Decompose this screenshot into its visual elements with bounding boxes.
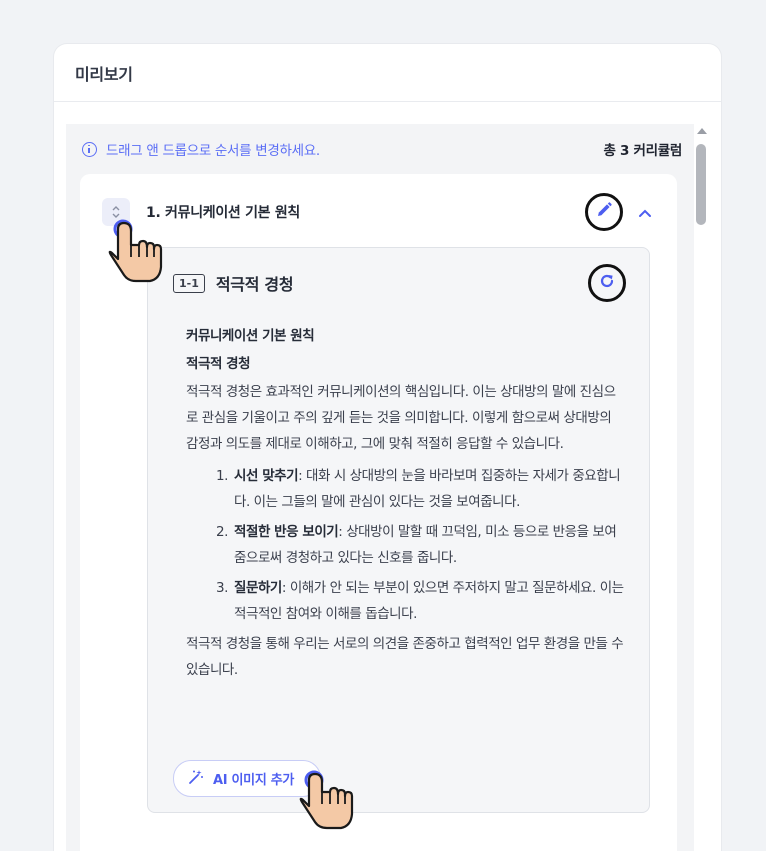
points-list: 1. 시선 맞추기: 대화 시 상대방의 눈을 바라보며 집중하는 자세가 중요합… <box>186 463 626 627</box>
lesson-number-badge: 1-1 <box>173 273 205 293</box>
drag-drop-notice: 드래그 앤 드롭으로 순서를 변경하세요. <box>106 143 320 159</box>
hand-pointer-icon <box>297 766 359 834</box>
card-title: 1. 커뮤니케이션 기본 원칙 <box>146 205 300 221</box>
refresh-icon <box>598 272 616 294</box>
lesson-title: 적극적 경청 <box>215 275 294 294</box>
lesson-header: 1-1 적극적 경청 <box>173 264 626 302</box>
info-icon <box>82 141 97 157</box>
content-subheading: 적극적 경청 <box>186 356 251 372</box>
curriculum-count: 총 3 커리큘럼 <box>603 143 682 159</box>
collapse-button[interactable] <box>635 202 655 222</box>
regenerate-button[interactable] <box>588 264 626 302</box>
intro-paragraph: 적극적 경청은 효과적인 커뮤니케이션의 핵심입니다. 이는 상대방의 말에 진… <box>186 384 616 452</box>
list-item: 3. 질문하기: 이해가 안 되는 부분이 있으면 주저하지 말고 질문하세요. … <box>216 580 624 622</box>
panel-title: 미리보기 <box>75 64 133 84</box>
chevron-up-icon <box>638 203 652 222</box>
notice-row: 드래그 앤 드롭으로 순서를 변경하세요. 총 3 커리큘럼 <box>82 138 682 160</box>
content-heading: 커뮤니케이션 기본 원칙 <box>186 328 315 344</box>
list-item: 1. 시선 맞추기: 대화 시 상대방의 눈을 바라보며 집중하는 자세가 중요합… <box>216 468 621 510</box>
ai-button-label: AI 이미지 추가 <box>213 773 295 788</box>
magic-wand-icon <box>188 769 204 789</box>
panel-header: 미리보기 <box>54 44 721 102</box>
scrollbar[interactable] <box>691 125 711 851</box>
outro-paragraph: 적극적 경청을 통해 우리는 서로의 의견을 존중하고 협력적인 업무 환경을 … <box>186 636 624 678</box>
list-item: 2. 적절한 반응 보이기: 상대방이 말할 때 끄덕임, 미소 등으로 반응을 … <box>216 524 617 566</box>
lesson-content: 커뮤니케이션 기본 원칙 적극적 경청 적극적 경청은 효과적인 커뮤니케이션의… <box>186 323 626 685</box>
lesson-item: 1-1 적극적 경청 커뮤니케이션 기본 원칙 적극적 경청 적극적 경청은 효… <box>147 247 650 813</box>
card-header: 1. 커뮤니케이션 기본 원칙 <box>102 193 655 231</box>
scroll-thumb[interactable] <box>696 144 706 225</box>
hand-pointer-icon <box>106 219 168 287</box>
curriculum-card: 1. 커뮤니케이션 기본 원칙 1-1 적극적 경청 커뮤니케이션 기본 원칙 … <box>80 174 677 851</box>
pencil-icon <box>595 201 613 223</box>
preview-panel: 미리보기 드래그 앤 드롭으로 순서를 변경하세요. 총 3 커리큘럼 1. 커… <box>53 43 722 851</box>
scroll-up-arrow-icon[interactable] <box>697 128 707 134</box>
edit-button[interactable] <box>585 193 623 231</box>
